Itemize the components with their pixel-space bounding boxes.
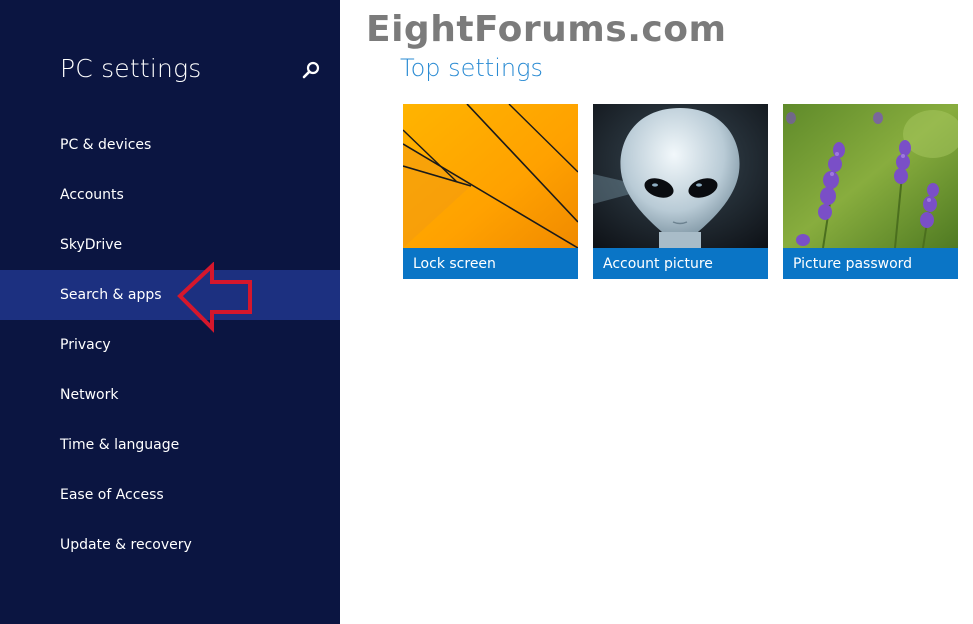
sidebar-item-label: Update & recovery	[60, 537, 192, 553]
sidebar-item-label: PC & devices	[60, 137, 152, 153]
sidebar-item-label: Search & apps	[60, 287, 162, 303]
tile-label: Account picture	[593, 248, 768, 279]
sidebar-item-pc-devices[interactable]: PC & devices	[0, 120, 340, 170]
site-watermark: EightForums.com	[366, 9, 727, 50]
search-icon	[302, 61, 320, 79]
section-title: Top settings	[400, 54, 544, 82]
sidebar-item-label: Privacy	[60, 337, 111, 353]
account-picture-image	[593, 104, 768, 248]
sidebar-item-label: Ease of Access	[60, 487, 164, 503]
tile-lock-screen[interactable]: Lock screen	[403, 104, 578, 279]
sidebar-item-skydrive[interactable]: SkyDrive	[0, 220, 340, 270]
picture-password-image	[783, 104, 958, 248]
sidebar-item-privacy[interactable]: Privacy	[0, 320, 340, 370]
sidebar-item-ease-of-access[interactable]: Ease of Access	[0, 470, 340, 520]
tile-account-picture[interactable]: Account picture	[593, 104, 768, 279]
sidebar-title: PC settings	[60, 54, 202, 83]
lock-screen-image	[403, 104, 578, 248]
sidebar-item-update-recovery[interactable]: Update & recovery	[0, 520, 340, 570]
sidebar-item-network[interactable]: Network	[0, 370, 340, 420]
sidebar-item-label: Accounts	[60, 187, 124, 203]
tile-label: Picture password	[783, 248, 958, 279]
sidebar: PC settings PC & devices Accounts SkyDri…	[0, 0, 340, 624]
sidebar-item-search-apps[interactable]: Search & apps	[0, 270, 340, 320]
sidebar-item-label: Time & language	[60, 437, 180, 453]
sidebar-item-label: SkyDrive	[60, 237, 123, 253]
sidebar-item-time-language[interactable]: Time & language	[0, 420, 340, 470]
search-button[interactable]	[296, 56, 326, 86]
sidebar-item-label: Network	[60, 387, 119, 403]
settings-nav: PC & devices Accounts SkyDrive Search & …	[0, 120, 340, 570]
tile-picture-password[interactable]: Picture password	[783, 104, 958, 279]
sidebar-item-accounts[interactable]: Accounts	[0, 170, 340, 220]
tile-label: Lock screen	[403, 248, 578, 279]
